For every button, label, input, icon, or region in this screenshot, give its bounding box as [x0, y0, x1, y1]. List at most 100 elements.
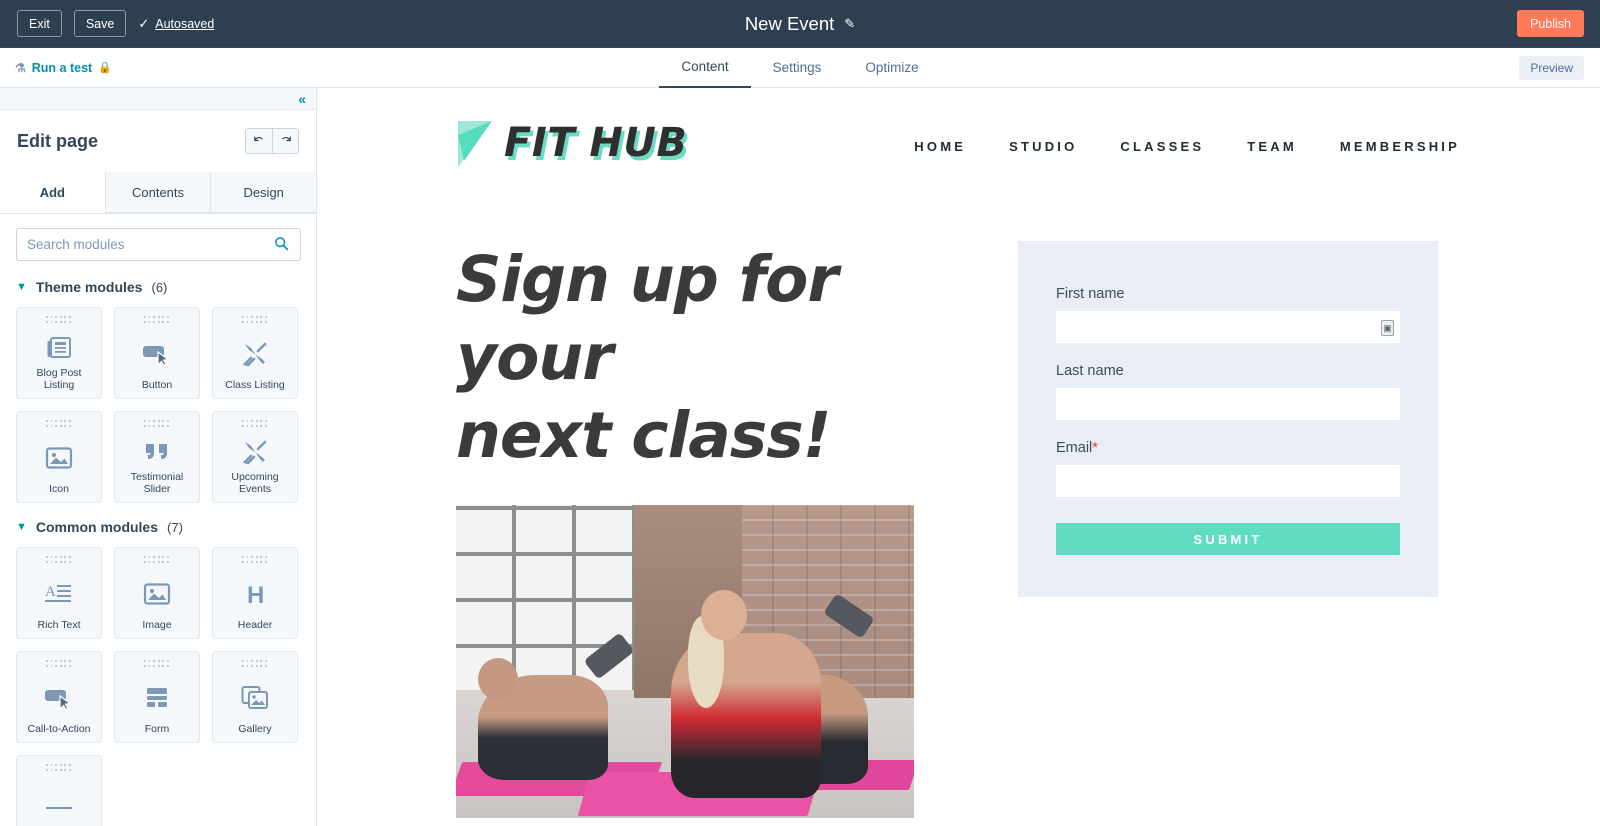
sidebar-header: Edit page: [0, 110, 316, 172]
pencil-icon[interactable]: ✎: [844, 16, 855, 32]
autosaved-status[interactable]: ✓ Autosaved: [138, 17, 214, 31]
collapse-sidebar-icon[interactable]: «: [298, 92, 306, 106]
required-marker: *: [1092, 440, 1098, 456]
sidebar-tab-design[interactable]: Design: [211, 172, 316, 213]
module-label: Button: [141, 379, 173, 391]
top-toolbar: Exit Save ✓ Autosaved New Event ✎ Publis…: [0, 0, 1600, 48]
photo-person-head: [701, 590, 747, 640]
header-h-icon: H: [243, 569, 267, 619]
rich-text-icon: A: [45, 569, 73, 619]
email-label-text: Email: [1056, 440, 1093, 456]
hero-right-column: First name ▣ Last name Email* SUBMIT: [958, 241, 1438, 818]
nav-link-studio[interactable]: STUDIO: [1009, 139, 1077, 154]
publish-button[interactable]: Publish: [1517, 10, 1584, 37]
exit-button[interactable]: Exit: [17, 10, 62, 37]
module-card-form[interactable]: Form: [114, 651, 200, 743]
tab-optimize[interactable]: Optimize: [843, 48, 940, 88]
search-modules-input[interactable]: [16, 228, 301, 261]
module-card-divider[interactable]: [16, 755, 102, 826]
divider-icon: [44, 777, 74, 826]
nav-link-classes[interactable]: CLASSES: [1120, 139, 1204, 154]
last-name-label: Last name: [1056, 363, 1124, 379]
site-logo[interactable]: FIT HUB: [456, 115, 687, 171]
module-label: Image: [142, 619, 172, 631]
drag-handle-dots[interactable]: [144, 316, 170, 325]
site-header: FIT HUB HOME STUDIO CLASSES TEAM MEMBERS…: [318, 88, 1600, 171]
autosaved-label[interactable]: Autosaved: [155, 17, 214, 31]
drag-handle-dots[interactable]: [144, 660, 170, 669]
undo-button[interactable]: [245, 128, 272, 154]
module-card-rich-text[interactable]: A Rich Text: [16, 547, 102, 639]
drag-handle-dots[interactable]: [242, 660, 268, 669]
svg-text:A: A: [45, 584, 56, 600]
sidebar-title: Edit page: [17, 130, 99, 151]
module-label: Rich Text: [37, 619, 81, 631]
module-card-icon[interactable]: Icon: [16, 411, 102, 503]
nav-link-team[interactable]: TEAM: [1247, 139, 1297, 154]
hero-photo[interactable]: [456, 505, 914, 818]
image-icon: [143, 569, 171, 619]
module-label: Header: [237, 619, 273, 631]
module-label: Upcoming Events: [231, 471, 279, 495]
email-input[interactable]: [1056, 465, 1400, 497]
module-card-image[interactable]: Image: [114, 547, 200, 639]
tab-content[interactable]: Content: [659, 48, 751, 88]
drag-handle-dots[interactable]: [46, 660, 72, 669]
drag-handle-dots[interactable]: [144, 556, 170, 565]
drag-handle-dots[interactable]: [144, 420, 170, 429]
module-label: Icon: [49, 483, 69, 495]
module-card-call-to-action[interactable]: Call-to-Action: [16, 651, 102, 743]
site-nav: HOME STUDIO CLASSES TEAM MEMBERSHIP: [914, 133, 1460, 154]
sidebar-tabs: Add Contents Design: [0, 172, 316, 214]
submit-button[interactable]: SUBMIT: [1056, 523, 1400, 555]
module-label: Form: [144, 723, 170, 735]
page-canvas[interactable]: FIT HUB HOME STUDIO CLASSES TEAM MEMBERS…: [318, 88, 1600, 826]
group-header-common-modules[interactable]: ▼ Common modules (7): [16, 519, 300, 535]
module-card-class-listing[interactable]: Class Listing: [212, 307, 298, 399]
group-title-common-modules: Common modules: [35, 519, 159, 535]
sidebar-collapse-strip: «: [0, 88, 316, 110]
redo-button[interactable]: [272, 128, 299, 154]
sidebar-tab-contents[interactable]: Contents: [105, 172, 212, 213]
drag-handle-dots[interactable]: [242, 420, 268, 429]
drag-handle-dots[interactable]: [46, 556, 72, 565]
module-card-testimonial-slider[interactable]: Testimonial Slider: [114, 411, 200, 503]
save-button[interactable]: Save: [73, 10, 127, 37]
hero-headline[interactable]: Sign up for your next class!: [456, 241, 958, 475]
gallery-icon: [241, 673, 269, 723]
group-header-theme-modules[interactable]: ▼ Theme modules (6): [16, 279, 300, 295]
drag-handle-dots[interactable]: [46, 764, 72, 773]
module-label: Call-to-Action: [27, 723, 91, 735]
group-count-theme-modules: (6): [151, 279, 168, 295]
sidebar-tab-add[interactable]: Add: [0, 172, 106, 213]
drag-handle-dots[interactable]: [242, 316, 268, 325]
last-name-field: Last name: [1056, 363, 1400, 420]
svg-text:H: H: [247, 582, 264, 607]
secondary-toolbar: ⚗ Run a test 🔒 Content Settings Optimize…: [0, 48, 1600, 88]
drag-handle-dots[interactable]: [46, 420, 72, 429]
preview-button[interactable]: Preview: [1519, 55, 1584, 80]
last-name-input[interactable]: [1056, 388, 1400, 420]
theme-modules-grid: Blog Post Listing Button Class Listing I…: [16, 307, 300, 503]
drag-handle-dots[interactable]: [242, 556, 268, 565]
module-card-gallery[interactable]: Gallery: [212, 651, 298, 743]
tab-settings[interactable]: Settings: [751, 48, 844, 88]
module-card-upcoming-events[interactable]: Upcoming Events: [212, 411, 298, 503]
first-name-input[interactable]: [1056, 311, 1400, 343]
module-label: Gallery: [238, 723, 272, 735]
module-card-button[interactable]: Button: [114, 307, 200, 399]
tools-icon: [242, 329, 268, 379]
redo-arrow-icon: [281, 136, 291, 142]
site-logo-text: FIT HUB: [504, 120, 688, 166]
image-icon: [45, 433, 73, 483]
drag-handle-dots[interactable]: [46, 316, 72, 325]
editor-sidebar: « Edit page Add Contents Design Search m…: [0, 88, 317, 826]
hero-left-column: Sign up for your next class!: [318, 241, 958, 818]
undo-redo-group: [245, 128, 299, 154]
nav-link-membership[interactable]: MEMBERSHIP: [1340, 139, 1460, 154]
module-card-blog-post-listing[interactable]: Blog Post Listing: [16, 307, 102, 399]
nav-link-home[interactable]: HOME: [914, 139, 966, 154]
module-card-header[interactable]: H Header: [212, 547, 298, 639]
top-toolbar-right: Publish: [1517, 10, 1584, 37]
autofill-icon[interactable]: ▣: [1381, 320, 1394, 336]
